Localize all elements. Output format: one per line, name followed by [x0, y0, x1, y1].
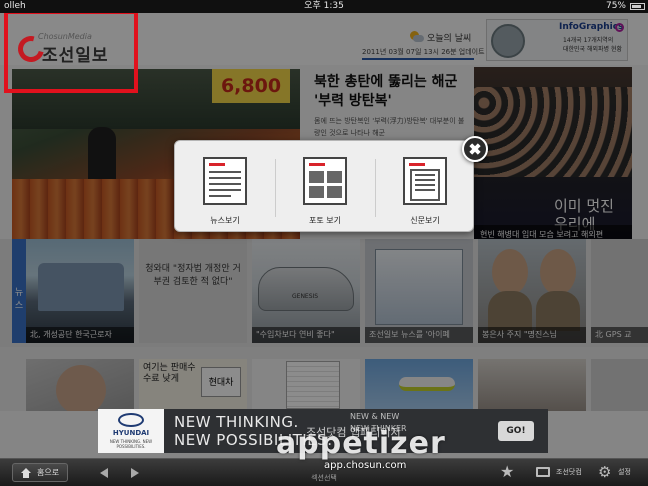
hyundai-logo-icon [118, 413, 144, 427]
photo-view-label: 포토 보기 [309, 216, 341, 225]
view-mode-popup: 뉴스보기 포토 보기 신문보기 [174, 140, 474, 232]
ad-subline-2: NEW THINKER [350, 424, 407, 433]
battery-percent: 75% [605, 1, 626, 11]
logo-korean: 조선일보 [42, 46, 109, 66]
close-icon[interactable] [462, 136, 488, 162]
newspaper-view-button[interactable]: 신문보기 [375, 149, 475, 227]
ad-subline: NEW & NEW NEW THINKER [350, 411, 407, 435]
site-label[interactable]: 조선닷컴 [556, 467, 582, 477]
hyundai-logo: HYUNDAI NEW THINKING. NEW POSSIBILITIES. [98, 409, 164, 453]
photo-icon [303, 157, 347, 205]
ad-banner[interactable]: HYUNDAI NEW THINKING. NEW POSSIBILITIES.… [98, 409, 548, 453]
ad-headline: NEW THINKING. NEW POSSIBILITIES. [174, 413, 332, 449]
monitor-icon[interactable] [536, 467, 550, 477]
photo-view-button[interactable]: 포토 보기 [275, 149, 375, 227]
news-view-button[interactable]: 뉴스보기 [175, 149, 275, 227]
ad-headline-line-2: NEW POSSIBILITIES. [174, 431, 333, 449]
status-time: 오후 1:35 [304, 1, 344, 11]
newspaper-icon [403, 157, 447, 205]
settings-label[interactable]: 설정 [618, 467, 631, 477]
ad-go-button[interactable]: GO! [498, 421, 534, 441]
status-bar: olleh 오후 1:35 75% [0, 0, 648, 13]
logo-english: ChosunMedia [38, 32, 92, 41]
app-screen: 오늘의 날씨 2011년 03월 07일 13시 26분 업데이트 InfoGr… [0, 13, 648, 458]
gear-icon[interactable]: ⚙ [598, 463, 611, 481]
ad-subline-1: NEW & NEW [350, 412, 400, 421]
ad-brand-tag: NEW THINKING. NEW POSSIBILITIES. [109, 439, 153, 449]
star-icon[interactable]: ★ [500, 462, 514, 482]
news-icon [203, 157, 247, 205]
newspaper-view-label: 신문보기 [410, 216, 440, 225]
ad-headline-line-1: NEW THINKING. [174, 413, 299, 431]
section-select-label[interactable]: 섹션선택 [0, 473, 648, 483]
news-view-label: 뉴스보기 [210, 216, 240, 225]
ad-brand: HYUNDAI [112, 429, 150, 437]
battery-icon [630, 3, 645, 10]
chosun-logo[interactable]: ChosunMedia 조선일보 [4, 13, 138, 93]
bottom-toolbar: 홈으로 섹션선택 ★ 조선닷컴 ⚙ 설정 [0, 458, 648, 486]
